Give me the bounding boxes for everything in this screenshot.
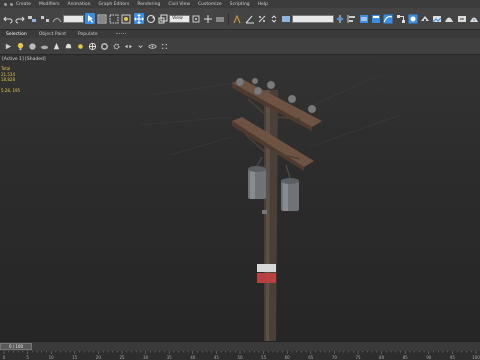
selection-filter[interactable] [62,14,84,23]
ruler-tick-label: 25 [119,355,125,360]
ribbon-panel [0,38,480,55]
ruler-tick-label: 95 [450,355,456,360]
cone-light-icon[interactable] [51,41,61,51]
rotate-icon[interactable] [146,13,156,24]
arrow-pair-icon[interactable] [123,41,133,51]
utility-pole-model[interactable] [0,55,480,341]
ruler-tick-label: 65 [308,355,314,360]
align-icon[interactable] [347,13,357,24]
render-setup-icon[interactable] [420,13,430,24]
eye-icon[interactable] [147,41,157,51]
link-icon[interactable] [27,13,37,24]
menu-item-create[interactable]: Create [16,2,31,7]
light-bulb-icon[interactable] [15,41,25,51]
rendered-frame-icon[interactable] [432,13,442,24]
ruler-tick-label: 75 [355,355,361,360]
track-bar-ruler: 0 5 10 15 20 25 30 35 40 45 50 55 60 65 70 75 80 85 90 95 10… [3,351,480,360]
menu-item-graph-editors[interactable]: Graph Editors [98,2,129,7]
pivot-center-icon[interactable] [191,13,201,24]
material-editor-icon[interactable] [408,13,418,24]
ruler-tick-label: 55 [261,355,267,360]
ribbon-options-icon[interactable] [115,32,126,36]
tab-object-paint[interactable]: Object Paint [39,32,66,37]
sign-plate-lower [257,273,276,283]
menu-item-customize[interactable]: Customize [198,2,222,7]
sun-icon[interactable] [75,41,85,51]
angle-snap-icon[interactable] [245,13,255,24]
named-selection-select[interactable] [292,14,334,23]
curve-editor-icon[interactable] [383,13,393,24]
ruler-tick-label: 5 [26,355,29,360]
ruler-tick-label: 45 [214,355,220,360]
menu-item-help[interactable]: Help [258,2,268,7]
named-selection-icon[interactable] [281,13,291,24]
ruler-tick-label: 60 [285,355,291,360]
keyboard-shortcut-icon[interactable] [215,13,225,24]
gear-icon[interactable] [111,41,121,51]
move-icon[interactable] [133,13,144,24]
grid-dots-icon[interactable] [159,41,169,51]
ring-icon[interactable] [99,41,109,51]
ruler-tick-label: 85 [403,355,409,360]
select-manipulate-icon[interactable] [203,13,213,24]
ribbon-toggle-icon[interactable] [371,13,381,24]
globe-icon[interactable] [87,41,97,51]
render-iterative-icon[interactable] [456,13,466,24]
menu-item-modifiers[interactable]: Modifiers [39,2,60,7]
bind-space-warp-icon[interactable] [52,13,62,24]
ruler-tick-label: 100 [472,355,480,360]
disc-icon[interactable] [39,41,49,51]
unlink-icon[interactable] [40,13,50,24]
spinner-snap-icon[interactable] [269,13,279,24]
ribbon-tab-bar: Selection Object Paint Populate [0,30,480,38]
ruler-tick-label: 15 [72,355,78,360]
ruler-tick-label: 40 [190,355,196,360]
tab-populate[interactable]: Populate [78,32,98,37]
ruler-tick-label: 90 [426,355,432,360]
activeshade-icon[interactable] [469,13,479,24]
time-slider[interactable]: 0 / 100 [0,343,32,350]
ruler-tick-label: 80 [379,355,385,360]
perspective-viewport[interactable]: [Active 1] [Shaded] Total 21,534 18,828 … [0,55,480,341]
select-object-icon[interactable] [84,13,95,24]
schematic-view-icon[interactable] [395,13,405,24]
scale-icon[interactable] [158,13,168,24]
ruler-tick-label: 10 [49,355,55,360]
menu-item-scripting[interactable]: Scripting [230,2,250,7]
layer-manager-icon[interactable] [359,13,369,24]
main-toolbar: View [0,8,480,30]
snap-toggle-icon[interactable] [232,13,242,24]
undo-icon[interactable] [3,13,13,24]
rect-region-icon[interactable] [109,13,119,24]
app-dot-icon [4,2,7,6]
select-by-name-icon[interactable] [97,13,107,24]
mirror-icon[interactable] [335,13,345,24]
sphere-shade-icon[interactable] [27,41,37,51]
toolbar-separator [228,12,230,25]
ruler-tick-label: 50 [237,355,243,360]
ribbon-arrow-icon[interactable] [3,41,13,51]
ruler-tick-label: 0 [3,355,6,360]
menu-item-civil-view[interactable]: Civil View [168,2,190,7]
ruler-tick-label: 70 [332,355,338,360]
tab-selection[interactable]: Selection [6,32,27,37]
bell-icon[interactable] [63,41,73,51]
app-dot-icon [10,2,13,6]
chevron-down-icon[interactable] [135,41,145,51]
percent-snap-icon[interactable] [257,13,267,24]
ruler-tick-label: 35 [167,355,173,360]
timeline[interactable]: 0 / 100 [0,341,480,351]
ruler-tick-label: 30 [143,355,149,360]
menu-bar: Create Modifiers Animation Graph Editors… [0,0,480,8]
window-crossing-icon[interactable] [121,13,131,24]
render-production-icon[interactable] [444,13,454,24]
menu-item-animation[interactable]: Animation [68,2,91,7]
menu-item-rendering[interactable]: Rendering [137,2,160,7]
ruler-tick-label: 20 [96,355,102,360]
sign-plate-upper [257,264,276,272]
redo-icon[interactable] [15,13,25,24]
ref-coord-select[interactable]: View [169,14,190,23]
track-bar[interactable]: 0 5 10 15 20 25 30 35 40 45 50 55 60 65 70 75 80 85 90 95 10… [0,351,480,360]
